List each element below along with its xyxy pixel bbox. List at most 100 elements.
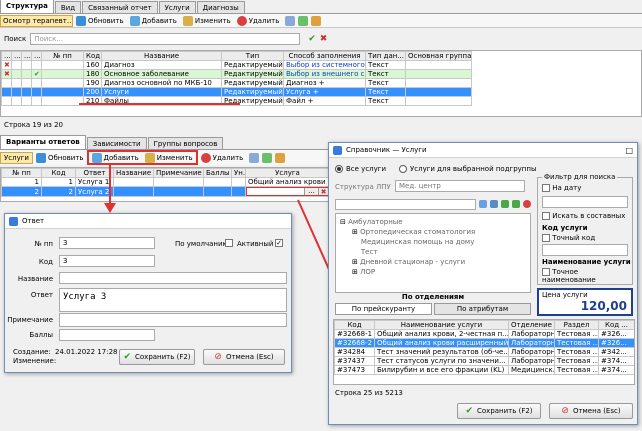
ref-cancel-button[interactable]: ⊘ Отмена (Esc) <box>549 403 633 419</box>
ref-bottom-tabs: По прейскуранту По атрибутам <box>335 303 531 315</box>
active-checkbox[interactable]: ✓ <box>275 239 283 247</box>
mid-delete-button[interactable]: Удалить <box>198 151 247 165</box>
radio-subgroup-services[interactable]: Услуги для выбранной подгруппы <box>399 165 537 173</box>
arrow-head-answer <box>104 203 116 213</box>
tree-item-test[interactable]: Тест <box>352 248 378 256</box>
maximize-icon[interactable]: □ <box>625 146 633 155</box>
tab-structure[interactable]: Структура <box>0 0 54 13</box>
table-row[interactable]: #37473 Билирубин и все его фракции (KL) Ме… <box>334 365 634 375</box>
exact-name-checkbox[interactable]: Точное наименование <box>542 268 632 284</box>
clear-service-icon[interactable]: ✖ <box>318 188 328 196</box>
service-cell-editor[interactable]: ... ✖ <box>245 186 329 197</box>
refresh-icon <box>76 15 86 26</box>
answer-cancel-button[interactable]: ⊘ Отмена (Esc) <box>203 349 285 365</box>
code-search-field[interactable] <box>542 244 628 256</box>
services-header: Код Наименование услуги Отделение Раздел Код… <box>334 320 634 330</box>
by-department-tab[interactable]: По отделениям <box>335 293 531 303</box>
table-row[interactable]: ✖ 160 Диагноз Редактируемый Выбор из системн… <box>1 60 472 70</box>
search-in-composite-checkbox[interactable]: Искать в составных <box>542 212 625 220</box>
on-date-checkbox[interactable]: На дату <box>542 184 581 192</box>
table-row[interactable]: #32668-2 Общий анализ крови расширенный Ла… <box>334 338 634 348</box>
clear-search-icon[interactable]: ✖ <box>320 34 328 44</box>
pick-service-button[interactable]: ... <box>304 188 318 195</box>
ref-save-button[interactable]: ✔ Сохранить (F2) <box>457 403 541 419</box>
exact-code-checkbox[interactable]: Точный код <box>542 234 595 242</box>
tab-linked-report[interactable]: Связанный отчет <box>82 1 158 13</box>
mid-add-button[interactable]: Добавить <box>89 151 142 165</box>
table-row[interactable]: ✖ ✔ 180 Основное заболевание Редактируемый Вы… <box>1 69 472 79</box>
tab-answer-variants[interactable]: Варианты ответов <box>0 135 86 149</box>
sort-icon[interactable] <box>275 152 286 163</box>
table-row[interactable]: #32668-1 Общий анализ крови, 2-честная п.… <box>334 329 634 339</box>
table-row[interactable]: 2 2 Услуга 2 ... ✖ <box>1 186 329 197</box>
structure-status: Строка 19 из 20 <box>4 121 63 129</box>
tab-attributes[interactable]: По атрибутам <box>434 303 531 315</box>
tab-dependencies[interactable]: Зависимости <box>86 137 147 149</box>
answer-save-button[interactable]: ✔ Сохранить (F2) <box>119 349 195 365</box>
add-icon <box>129 15 140 26</box>
table-row[interactable]: 190 Диагноз основной по МКБ-10 Редактируем… <box>1 78 472 88</box>
table-row[interactable]: #37437 Тест статусов услуги по значени...… <box>334 356 634 366</box>
tab-question-groups[interactable]: Группы вопросов <box>147 137 224 149</box>
tree-search-input[interactable] <box>335 198 476 210</box>
price-box: Цена услуги 120,00 <box>537 288 633 316</box>
structure-header: ............ № пп Код Название Тип Способ за… <box>1 51 472 61</box>
tab-services[interactable]: Услуги <box>158 1 196 13</box>
answers-header: № пп Код Ответ Название Примечание Баллы Ун. Ус… <box>1 168 329 178</box>
paste-icon[interactable] <box>298 15 309 26</box>
mid-edit-button[interactable]: Изменить <box>142 151 196 165</box>
tab-price-list[interactable]: По прейскуранту <box>335 303 432 315</box>
edit-button[interactable]: Изменить <box>180 14 234 28</box>
mid-toolbar: Услуги Обновить Добавить Изменить Удалит… <box>0 150 330 165</box>
subtab-exam[interactable]: Осмотр терапевт... <box>0 14 73 27</box>
find-next-icon[interactable] <box>490 200 498 208</box>
filter-group: Фильтр для поиска На дату Искать в соста… <box>537 173 633 285</box>
department-tree: ⊟ Амбулаторные ⊞ Ортопедическая стоматол… <box>335 213 531 293</box>
changed-label: Изменение: <box>13 357 57 365</box>
up-icon[interactable] <box>512 200 520 208</box>
default-checkbox[interactable] <box>225 239 233 247</box>
note-label: Примечание <box>7 316 53 324</box>
tree-item-lor[interactable]: ⊞ ЛОР <box>352 268 375 276</box>
radio-all-services[interactable]: Все услуги <box>335 165 386 173</box>
price-value: 120,00 <box>580 299 627 313</box>
tree-item-day-hospital[interactable]: ⊞ Дневной стационар - услуги <box>352 258 465 266</box>
check-icon: ✔ <box>123 352 131 362</box>
search-label: Поиск <box>4 35 27 43</box>
paste-icon[interactable] <box>262 152 273 163</box>
tab-diagnoses[interactable]: Диагнозы <box>196 1 245 13</box>
default-label: По умолчанию <box>175 240 229 248</box>
name-field[interactable] <box>59 272 287 284</box>
clear-icon[interactable] <box>523 200 531 208</box>
add-button[interactable]: Добавить <box>127 14 180 28</box>
sort-icon[interactable] <box>311 15 322 26</box>
date-field[interactable] <box>542 196 628 208</box>
mid-refresh-button[interactable]: Обновить <box>33 151 87 165</box>
num-field[interactable]: 3 <box>59 237 155 249</box>
table-row[interactable]: 1 1 Услуга 1 Общий анализ крови <box>1 177 329 187</box>
copy-icon[interactable] <box>249 152 260 163</box>
tree-item-outpatient[interactable]: ⊟ Амбулаторные <box>340 218 403 226</box>
note-field[interactable] <box>59 313 287 327</box>
highlight-box: Добавить Изменить <box>86 150 198 165</box>
tree-toolbar <box>335 197 531 211</box>
apply-search-icon[interactable]: ✔ <box>308 34 316 44</box>
services-subtab[interactable]: Услуги <box>0 151 33 164</box>
structure-field[interactable]: Мед. центр <box>395 180 525 192</box>
tab-view[interactable]: Вид <box>54 1 82 13</box>
tree-item-orthopedic[interactable]: ⊞ Ортопедическая стоматология <box>352 228 475 236</box>
down-icon[interactable] <box>501 200 509 208</box>
code-field[interactable]: 3 <box>59 255 155 267</box>
delete-button[interactable]: Удалить <box>234 14 283 28</box>
table-row[interactable]: #34284 Тест значений результатов (об-че..… <box>334 347 634 357</box>
refresh-button[interactable]: Обновить <box>73 14 127 28</box>
score-field[interactable] <box>59 329 155 341</box>
search-input[interactable]: Поиск... <box>30 33 301 45</box>
tree-item-home-care[interactable]: Медицинская помощь на дому <box>352 238 474 246</box>
search-icon[interactable] <box>479 200 487 208</box>
copy-icon[interactable] <box>285 15 296 26</box>
answer-field[interactable]: Услуга 3 <box>59 288 287 312</box>
answer-label: Ответ <box>30 291 53 299</box>
reference-dialog-title: Справочник — Услуги <box>346 146 427 154</box>
table-row[interactable]: 200 Услуги Редактируемый Услуга + Текст <box>1 87 472 97</box>
